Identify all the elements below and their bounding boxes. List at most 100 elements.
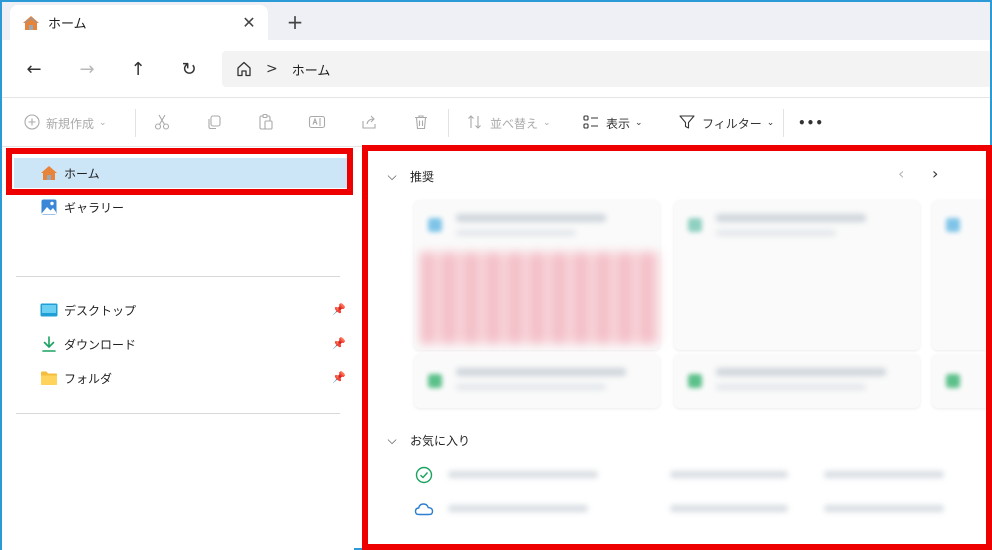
blurred-text (824, 471, 944, 478)
view-button[interactable]: 表示 ⌄ (582, 111, 643, 135)
blurred-text (716, 214, 866, 222)
command-bar: 新規作成 ⌄ 並べ替え ⌄ 表示 ⌄ フィルター ⌄ ••• (2, 99, 990, 147)
download-icon (40, 335, 58, 353)
share-icon (360, 113, 378, 134)
blurred-text (456, 214, 606, 222)
home-outline-icon[interactable] (234, 59, 254, 79)
section-title: 推奨 (410, 170, 435, 184)
blurred-text (716, 230, 836, 236)
toolbar-divider (783, 109, 784, 137)
favorite-item[interactable] (414, 459, 974, 489)
favorite-item[interactable] (414, 493, 974, 523)
cloud-icon (414, 499, 434, 519)
recommended-card[interactable] (674, 200, 920, 350)
filter-label: フィルター (702, 116, 762, 131)
blurred-text (456, 230, 576, 236)
toolbar-divider (448, 109, 449, 137)
blurred-thumbnail (420, 252, 660, 344)
recommended-card[interactable] (932, 200, 990, 350)
sidebar-item-home[interactable]: ホーム (14, 158, 348, 188)
refresh-button[interactable]: ↻ (177, 57, 201, 81)
chevron-down-icon: ⌄ (635, 118, 643, 128)
file-icon (428, 218, 442, 232)
recommended-section-header[interactable]: ⌵ 推奨 (384, 168, 434, 185)
pin-icon[interactable]: 📌 (332, 371, 346, 384)
sidebar-item-label: デスクトップ (64, 303, 137, 318)
next-page-button[interactable]: › (932, 164, 938, 183)
chevron-down-icon: ⌄ (766, 118, 775, 128)
rename-button[interactable] (308, 111, 326, 135)
sidebar-item-gallery[interactable]: ギャラリー (14, 192, 348, 222)
sidebar-item-folder[interactable]: フォルダ 📌 (14, 363, 348, 393)
breadcrumb-home[interactable]: ホーム (292, 60, 331, 79)
sidebar-item-label: フォルダ (64, 371, 113, 386)
sidebar-item-desktop[interactable]: デスクトップ 📌 (14, 295, 348, 325)
file-explorer-window: ホーム ✕ + ← → ↑ ↻ > ホーム 新規作成 ⌄ 並べ替え ⌄ 表示 ⌄… (0, 0, 992, 550)
sidebar-divider (16, 276, 340, 277)
sidebar-item-downloads[interactable]: ダウンロード 📌 (14, 329, 348, 359)
copy-button[interactable] (205, 111, 223, 135)
chevron-down-icon[interactable]: ⌵ (384, 169, 400, 184)
favorites-section-header[interactable]: ⌵ お気に入り (384, 432, 470, 449)
share-button[interactable] (360, 111, 378, 135)
more-options-button[interactable]: ••• (798, 111, 824, 135)
blurred-text (716, 368, 886, 376)
blurred-text (448, 505, 588, 512)
sidebar-divider (16, 413, 340, 414)
section-title: お気に入り (410, 434, 471, 448)
toolbar-divider (135, 109, 136, 137)
rename-icon (308, 113, 326, 134)
close-icon[interactable]: ✕ (240, 13, 258, 32)
breadcrumb-separator[interactable]: > (266, 61, 278, 77)
gallery-icon (40, 198, 58, 216)
blurred-text (456, 384, 606, 390)
view-list-icon (582, 113, 600, 134)
blurred-text (670, 471, 788, 478)
recommended-card[interactable] (932, 354, 990, 408)
desktop-icon (40, 301, 58, 319)
up-button[interactable]: ↑ (126, 57, 150, 81)
clipboard-icon (257, 113, 275, 134)
back-button[interactable]: ← (22, 57, 46, 81)
address-bar[interactable]: > ホーム (222, 51, 990, 87)
navigation-pane: ホーム ギャラリー デスクトップ 📌 ダウンロード 📌 フォルダ 📌 (2, 148, 354, 550)
chevron-down-icon: ⌄ (99, 118, 107, 128)
home-icon (40, 164, 58, 182)
filter-button[interactable]: フィルター ⌄ (678, 111, 774, 135)
new-button[interactable]: 新規作成 ⌄ (24, 111, 107, 135)
sidebar-item-label: ホーム (64, 166, 100, 181)
sort-icon (466, 113, 484, 134)
previous-page-button[interactable]: ‹ (898, 164, 904, 183)
file-icon (946, 374, 960, 388)
paste-button[interactable] (257, 111, 275, 135)
chevron-down-icon: ⌄ (543, 118, 551, 128)
file-icon (688, 374, 702, 388)
blurred-text (456, 368, 626, 376)
pin-icon[interactable]: 📌 (332, 337, 346, 350)
home-icon (22, 14, 40, 32)
tab-home[interactable]: ホーム ✕ (10, 5, 268, 40)
sort-button[interactable]: 並べ替え ⌄ (466, 111, 551, 135)
cut-button[interactable] (153, 111, 171, 135)
blurred-text (670, 505, 788, 512)
folder-icon (40, 369, 58, 387)
new-label: 新規作成 (46, 116, 95, 131)
delete-button[interactable] (412, 111, 430, 135)
content-pane: ⌵ 推奨 ‹ › ⌵ お気に入り (362, 148, 990, 550)
file-icon (688, 218, 702, 232)
blurred-text (448, 471, 598, 478)
file-icon (428, 374, 442, 388)
filter-icon (678, 113, 696, 134)
navigation-bar: ← → ↑ ↻ > ホーム (2, 40, 990, 98)
recommended-card[interactable] (674, 354, 920, 408)
recommended-card[interactable] (414, 354, 660, 408)
blurred-text (716, 384, 866, 390)
pin-icon[interactable]: 📌 (332, 303, 346, 316)
new-tab-button[interactable]: + (284, 10, 306, 34)
chevron-down-icon[interactable]: ⌵ (384, 433, 400, 448)
forward-button[interactable]: → (75, 57, 99, 81)
plus-circle-icon (24, 113, 40, 133)
tab-title: ホーム (48, 17, 87, 32)
sidebar-item-label: ダウンロード (64, 337, 137, 352)
file-icon (946, 218, 960, 232)
